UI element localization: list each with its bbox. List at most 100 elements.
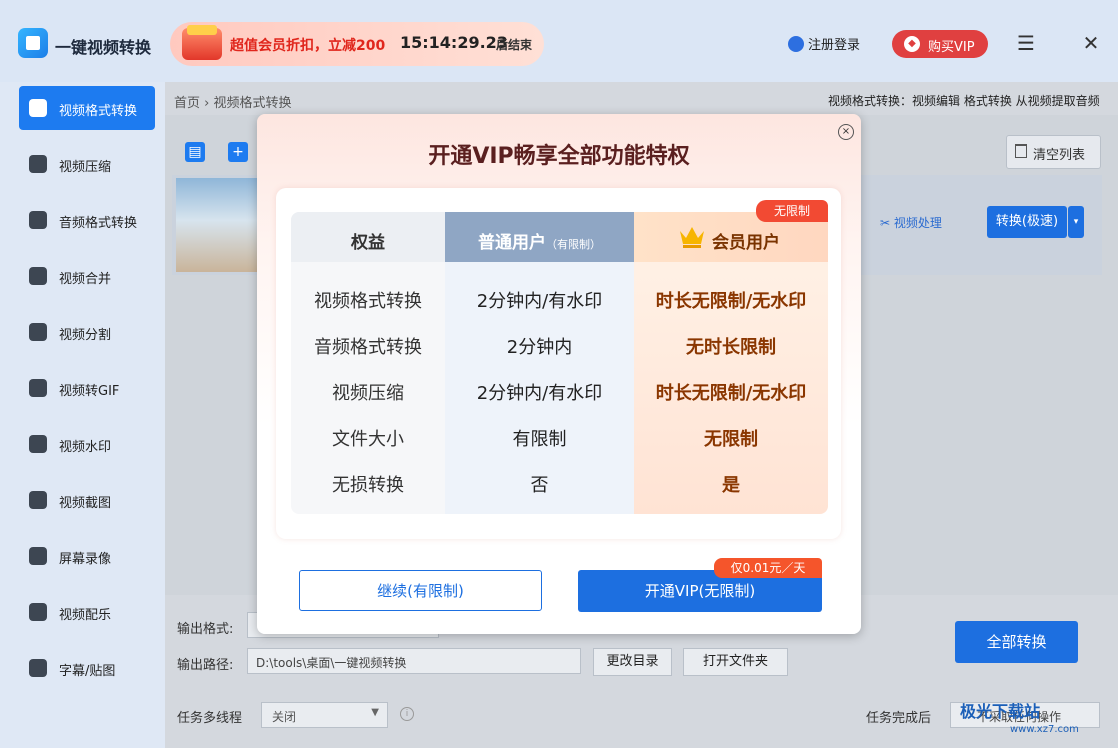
threads-label: 任务多线程 <box>177 711 243 726</box>
close-icon[interactable]: ✕ <box>1080 32 1102 54</box>
row-feature: 视频格式转换 <box>314 291 422 312</box>
convert-dropdown-icon[interactable]: ▾ <box>1068 206 1084 238</box>
breadcrumb: 首页 › 视频格式转换 <box>174 92 292 111</box>
sidebar-item-compress[interactable]: 视频压缩 <box>19 142 155 186</box>
header-vip-user: 会员用户 <box>712 233 780 253</box>
add-folder-icon[interactable]: + <box>228 142 248 162</box>
row-normal: 2分钟内/有水印 <box>476 291 603 312</box>
add-file-icon[interactable]: ▤ <box>185 142 205 162</box>
login-label: 注册登录 <box>808 38 861 53</box>
threads-select[interactable]: 关闭 ▼ <box>261 702 388 728</box>
user-icon <box>788 36 804 52</box>
row-normal: 有限制 <box>512 429 567 450</box>
sidebar-item-audio-convert[interactable]: 音频格式转换 <box>19 198 155 242</box>
crown-icon <box>680 227 704 248</box>
row-feature: 无损转换 <box>332 475 404 496</box>
breadcrumb-current: 视频格式转换 <box>213 96 292 111</box>
menu-icon[interactable]: ☰ <box>1015 32 1037 54</box>
sidebar-item-label: 视频压缩 <box>59 160 112 175</box>
clear-list-label: 清空列表 <box>1033 148 1086 163</box>
promo-countdown: 15:14:29.23 <box>400 33 508 52</box>
row-vip: 是 <box>722 475 740 496</box>
music-icon <box>29 603 47 621</box>
sidebar: 视频格式转换 视频压缩 音频格式转换 视频合并 视频分割 视频转GIF 视频水印… <box>0 82 165 748</box>
buy-vip-button[interactable]: ◆ 购买VIP <box>892 30 988 58</box>
sidebar-item-screenshot[interactable]: 视频截图 <box>19 478 155 522</box>
split-icon <box>29 323 47 341</box>
record-icon <box>29 547 47 565</box>
row-normal: 2分钟内 <box>506 337 573 358</box>
header-benefits: 权益 <box>351 233 385 253</box>
trash-icon <box>1015 144 1027 158</box>
output-path-label: 输出路径: <box>177 658 234 673</box>
watermark-icon <box>29 435 47 453</box>
row-feature: 音频格式转换 <box>314 337 422 358</box>
merge-icon <box>29 267 47 285</box>
header-normal-label: 普通用户 <box>478 233 546 253</box>
feature-description: 视频格式转换：视频编辑 格式转换 从视频提取音频 <box>828 94 1100 108</box>
site-watermark-url: www.xz7.com <box>1010 724 1079 735</box>
video-thumbnail <box>176 178 268 272</box>
sidebar-item-watermark[interactable]: 视频水印 <box>19 422 155 466</box>
sidebar-item-split[interactable]: 视频分割 <box>19 310 155 354</box>
login-link[interactable]: 注册登录 <box>788 34 860 53</box>
row-normal: 2分钟内/有水印 <box>476 383 603 404</box>
gift-icon <box>182 25 222 60</box>
after-task-label: 任务完成后 <box>866 711 932 726</box>
sidebar-item-label: 视频合并 <box>59 272 112 287</box>
row-vip: 时长无限制/无水印 <box>655 383 807 404</box>
breadcrumb-home[interactable]: 首页 <box>174 96 200 111</box>
sidebar-item-label: 视频格式转换 <box>59 104 138 119</box>
change-dir-button[interactable]: 更改目录 <box>593 648 672 676</box>
output-format-label: 输出格式: <box>177 622 234 637</box>
compress-icon <box>29 155 47 173</box>
sidebar-item-record[interactable]: 屏幕录像 <box>19 534 155 578</box>
sidebar-item-label: 音频格式转换 <box>59 216 138 231</box>
sidebar-item-merge[interactable]: 视频合并 <box>19 254 155 298</box>
sidebar-item-label: 视频配乐 <box>59 608 112 623</box>
site-watermark: 极光下载站 <box>960 702 1041 721</box>
sidebar-item-subtitle[interactable]: 字幕/贴图 <box>19 646 155 690</box>
subtitle-icon <box>29 659 47 677</box>
sidebar-item-label: 视频转GIF <box>59 384 120 399</box>
diamond-icon: ◆ <box>904 36 920 52</box>
sidebar-item-music[interactable]: 视频配乐 <box>19 590 155 634</box>
video-convert-icon <box>29 99 47 117</box>
unlimited-badge: 无限制 <box>756 200 828 222</box>
clear-list-button[interactable]: 清空列表 <box>1006 135 1101 169</box>
buy-vip-label: 购买VIP <box>928 40 975 55</box>
sidebar-item-label: 屏幕录像 <box>59 552 112 567</box>
video-process-link[interactable]: ✂ 视频处理 <box>880 214 942 231</box>
promo-suffix: 后结束 <box>496 38 533 52</box>
convert-all-button[interactable]: 全部转换 <box>955 621 1078 663</box>
video-process-label: 视频处理 <box>893 216 942 230</box>
sidebar-item-gif[interactable]: 视频转GIF <box>19 366 155 410</box>
row-feature: 文件大小 <box>332 429 404 450</box>
sidebar-item-label: 字幕/贴图 <box>59 664 116 679</box>
sidebar-item-video-convert[interactable]: 视频格式转换 <box>19 86 155 130</box>
breadcrumb-separator: › <box>204 96 210 111</box>
convert-button[interactable]: 转换(极速) <box>987 206 1067 238</box>
info-icon[interactable]: i <box>400 707 414 721</box>
row-normal: 否 <box>530 475 549 496</box>
price-badge: 仅0.01元／天 <box>714 558 822 578</box>
app-title: 一键视频转换 <box>55 38 152 57</box>
sidebar-item-label: 视频水印 <box>59 440 112 455</box>
modal-title: 开通VIP畅享全部功能特权 <box>428 144 690 169</box>
row-vip: 时长无限制/无水印 <box>655 291 807 312</box>
promo-text: 超值会员折扣，立减200 <box>230 38 386 54</box>
header-normal-note: （有限制） <box>546 238 601 251</box>
continue-limited-button[interactable]: 继续(有限制) <box>299 570 542 611</box>
promo-banner[interactable]: 超值会员折扣，立减200 15:14:29.23 后结束 <box>170 22 544 66</box>
row-vip: 无时长限制 <box>686 337 776 358</box>
open-folder-button[interactable]: 打开文件夹 <box>683 648 788 676</box>
chevron-down-icon: ▼ <box>371 707 379 718</box>
audio-convert-icon <box>29 211 47 229</box>
sidebar-item-label: 视频截图 <box>59 496 112 511</box>
sidebar-item-label: 视频分割 <box>59 328 112 343</box>
output-path-field[interactable]: D:\tools\桌面\一键视频转换 <box>247 648 581 674</box>
app-logo <box>18 28 48 58</box>
threads-value: 关闭 <box>272 710 297 724</box>
row-vip: 无限制 <box>704 429 758 450</box>
row-feature: 视频压缩 <box>332 383 404 404</box>
